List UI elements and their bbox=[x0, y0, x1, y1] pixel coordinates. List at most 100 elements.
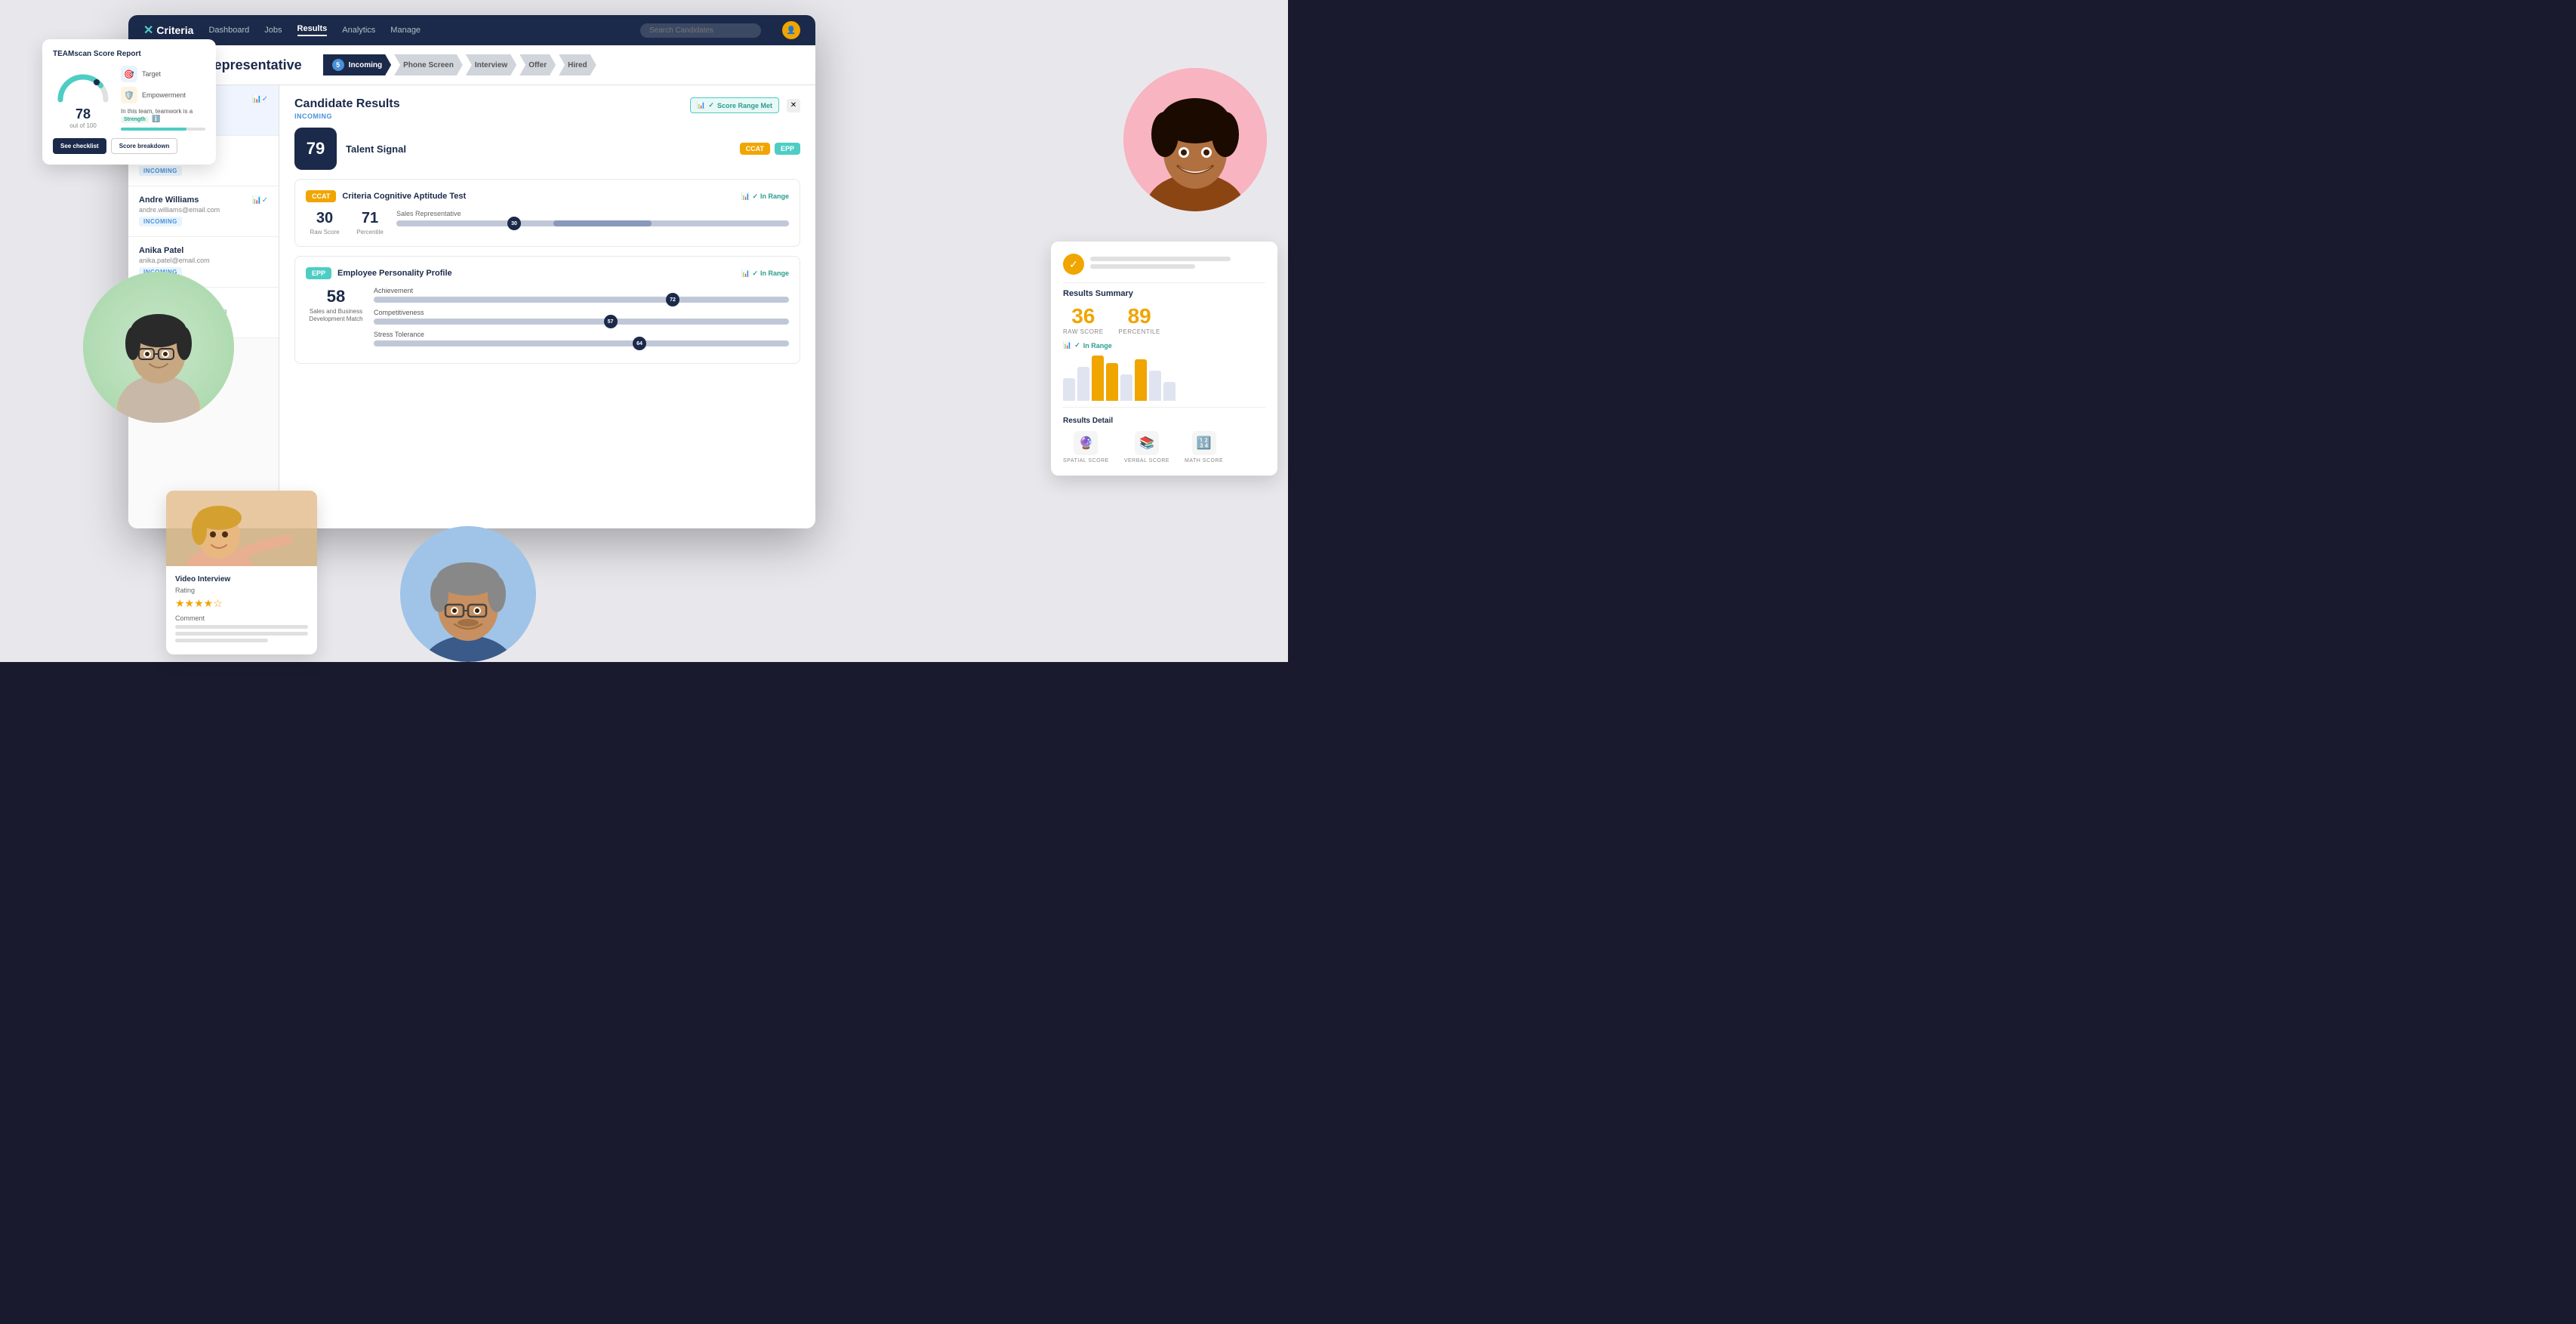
rs-chart-icon: 📊 bbox=[1063, 341, 1071, 349]
achievement-marker: 72 bbox=[666, 293, 679, 306]
ccat-bar-marker: 30 bbox=[507, 217, 521, 230]
stars-display: ★★★★☆ bbox=[175, 597, 308, 610]
candidate-check-icon-2: 📊✓ bbox=[252, 196, 268, 205]
checkmark-icon: ✓ bbox=[708, 101, 714, 109]
video-info: Video Interview Rating ★★★★☆ Comment bbox=[166, 566, 317, 654]
rs-chart-bars bbox=[1063, 356, 1265, 401]
bar-2 bbox=[1077, 367, 1089, 401]
achievement-bar: 72 bbox=[374, 297, 789, 303]
verbal-label: VERBAL SCORE bbox=[1124, 458, 1169, 463]
video-interview-card: Video Interview Rating ★★★★☆ Comment bbox=[166, 491, 317, 654]
competitiveness-bar: 57 bbox=[374, 319, 789, 325]
epp-in-range-badge: 📊 ✓ In Range bbox=[741, 269, 789, 278]
main-window: ✕ Criteria Dashboard Jobs Results Analyt… bbox=[128, 15, 815, 528]
user-avatar: 👤 bbox=[782, 21, 800, 39]
ccat-bar-range bbox=[553, 220, 652, 226]
nav-jobs[interactable]: Jobs bbox=[264, 26, 282, 35]
nav-analytics[interactable]: Analytics bbox=[342, 26, 375, 35]
epp-trait-achievement: Achievement 72 bbox=[374, 287, 789, 303]
ccat-raw-label: Raw Score bbox=[306, 229, 344, 236]
ccat-in-range-badge: 📊 ✓ In Range bbox=[741, 192, 789, 201]
nav-results[interactable]: Results bbox=[297, 24, 328, 36]
bar-4 bbox=[1106, 363, 1118, 401]
stage-interview[interactable]: Interview bbox=[466, 54, 516, 75]
stage-offer[interactable]: Offer bbox=[519, 54, 556, 75]
nav-manage[interactable]: Manage bbox=[390, 26, 421, 35]
bar-7 bbox=[1149, 371, 1161, 401]
results-panel: Candidate Results INCOMING 📊 ✓ Score Ran… bbox=[279, 85, 815, 528]
teamscan-score: 78 bbox=[53, 106, 113, 122]
logo: ✕ Criteria bbox=[143, 23, 193, 38]
epp-section-name: Employee Personality Profile bbox=[337, 269, 452, 278]
teamscan-title: TEAMscan Score Report bbox=[53, 50, 205, 58]
rs-raw-score-item: 36 RAW SCORE bbox=[1063, 304, 1104, 335]
rs-detail-section: Results Detail 🔮 SPATIAL SCORE 📚 VERBAL … bbox=[1063, 417, 1265, 463]
search-input[interactable] bbox=[640, 23, 761, 38]
woman-glasses-photo bbox=[83, 272, 234, 423]
candidate-email-3: anika.patel@email.com bbox=[139, 257, 268, 264]
ccat-check-icon: ✓ bbox=[752, 192, 758, 201]
talent-signal-row: 79 Talent Signal CCAT EPP bbox=[294, 128, 800, 170]
stage-incoming[interactable]: 5 Incoming bbox=[323, 54, 391, 75]
video-title: Video Interview bbox=[175, 575, 308, 583]
score-breakdown-button[interactable]: Score breakdown bbox=[111, 138, 178, 154]
rs-percentile: 89 bbox=[1119, 304, 1160, 328]
rs-raw-label: RAW SCORE bbox=[1063, 328, 1104, 335]
ccat-section-name: Criteria Cognitive Aptitude Test bbox=[342, 192, 466, 201]
rs-detail-icons: 🔮 SPATIAL SCORE 📚 VERBAL SCORE 🔢 MATH SC… bbox=[1063, 431, 1265, 463]
woman-smiling-photo bbox=[1123, 68, 1267, 211]
talent-signal-label: Talent Signal bbox=[346, 143, 731, 155]
logo-text: Criteria bbox=[156, 24, 193, 36]
pipeline: 5 Incoming Phone Screen Interview Offer … bbox=[323, 54, 596, 75]
video-thumbnail bbox=[166, 491, 317, 566]
candidate-item-2[interactable]: Andre Williams 📊✓ andre.williams@email.c… bbox=[128, 186, 279, 237]
score-range-label: Score Range Met bbox=[717, 102, 772, 109]
close-button[interactable]: ✕ bbox=[787, 99, 800, 112]
competitiveness-marker: 57 bbox=[604, 315, 618, 328]
math-score-item: 🔢 MATH SCORE bbox=[1185, 431, 1223, 463]
logo-x: ✕ bbox=[143, 23, 153, 38]
epp-section-tag: EPP bbox=[306, 267, 331, 279]
bar-6 bbox=[1135, 359, 1147, 401]
stage-phone-screen[interactable]: Phone Screen bbox=[394, 54, 463, 75]
epp-traits: Achievement 72 Competitiveness 57 bbox=[374, 287, 789, 353]
stress-label: Stress Tolerance bbox=[374, 331, 789, 338]
rs-in-range-badge: 📊 ✓ In Range bbox=[1063, 341, 1265, 349]
epp-tag: EPP bbox=[775, 143, 800, 155]
interview-label: Interview bbox=[475, 61, 507, 69]
teamwork-label: In this team, teamwork is a bbox=[121, 108, 193, 115]
spatial-label: SPATIAL SCORE bbox=[1063, 458, 1109, 463]
rs-summary-title: Results Summary bbox=[1063, 289, 1265, 298]
epp-trait-stress: Stress Tolerance 64 bbox=[374, 331, 789, 346]
rs-header: ✓ bbox=[1063, 254, 1265, 275]
nav-dashboard[interactable]: Dashboard bbox=[208, 26, 249, 35]
epp-check-icon: ✓ bbox=[752, 269, 758, 278]
stage-hired[interactable]: Hired bbox=[559, 54, 596, 75]
teamscan-target-label: Target bbox=[142, 70, 161, 78]
see-checklist-button[interactable]: See checklist bbox=[53, 138, 106, 154]
chart-icon: 📊 bbox=[697, 101, 705, 109]
man-photo bbox=[400, 526, 536, 662]
epp-chart-icon: 📊 bbox=[741, 269, 750, 278]
ccat-section: CCAT Criteria Cognitive Aptitude Test 📊 … bbox=[294, 179, 800, 247]
competitiveness-label: Competitiveness bbox=[374, 309, 789, 316]
verbal-score-item: 📚 VERBAL SCORE bbox=[1124, 431, 1169, 463]
achievement-label: Achievement bbox=[374, 287, 789, 294]
app-content: Calvin Lee 📊✓ calvin.lee@email.com INCOM… bbox=[128, 85, 815, 528]
results-summary-card: ✓ Results Summary 36 RAW SCORE 89 PERCEN… bbox=[1051, 242, 1277, 476]
teamscan-emp-label: Empowerment bbox=[142, 91, 186, 99]
ccat-bar-track: 30 bbox=[396, 220, 789, 226]
bar-5 bbox=[1120, 374, 1132, 401]
ccat-section-tag: CCAT bbox=[306, 190, 336, 202]
epp-trait-competitiveness: Competitiveness 57 bbox=[374, 309, 789, 325]
ccat-raw-score: 30 bbox=[306, 210, 344, 227]
ccat-job-label: Sales Representative bbox=[396, 210, 789, 217]
ccat-chart-icon: 📊 bbox=[741, 192, 750, 201]
shield-icon: 🛡️ bbox=[121, 87, 137, 103]
verbal-icon: 📚 bbox=[1135, 431, 1159, 455]
comment-lines bbox=[175, 625, 308, 642]
math-icon: 🔢 bbox=[1192, 431, 1216, 455]
teamscan-score-label: out of 100 bbox=[53, 122, 113, 129]
results-status-badge: INCOMING bbox=[294, 112, 400, 120]
math-label: MATH SCORE bbox=[1185, 458, 1223, 463]
